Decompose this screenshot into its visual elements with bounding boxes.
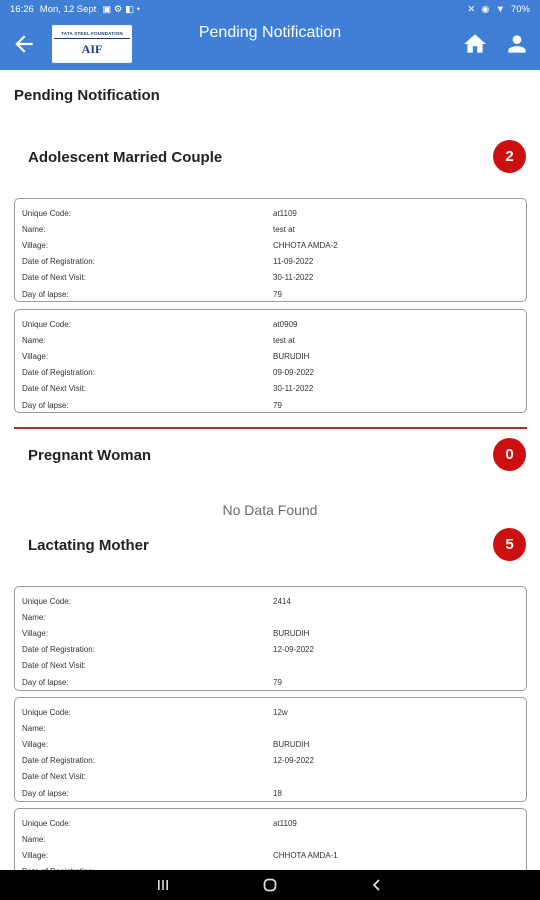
label-name: Name: [22, 723, 46, 733]
label-day-of-lapse: Day of lapse: [22, 400, 69, 410]
app-bar-title: Pending Notification [198, 24, 342, 41]
label-unique-code: Unique Code: [22, 208, 71, 218]
label-name: Name: [22, 834, 46, 844]
label-name: Name: [22, 612, 46, 622]
notification-list[interactable]: Pending Notification Adolescent Married … [0, 70, 540, 870]
label-village: Village: [22, 240, 49, 250]
section-title-adolescent-married-couple: Adolescent Married Couple [28, 149, 223, 166]
value-village: CHHOTA AMDA-2 [273, 240, 338, 250]
label-date-of-registration: Date of Registration: [22, 257, 95, 267]
count-badge-pregnant: 0 [493, 438, 526, 471]
home-nav-icon[interactable] [262, 877, 278, 893]
value-unique-code: 2414 [273, 596, 291, 606]
count-badge-lactating: 5 [493, 528, 526, 561]
value-unique-code: 12w [273, 707, 288, 717]
label-date-of-registration: Date of Registration: [22, 645, 95, 655]
value-name: test at [273, 224, 295, 234]
value-day-of-lapse: 79 [273, 289, 282, 299]
label-village: Village: [22, 739, 49, 749]
value-date-of-next-visit: 30-11-2022 [273, 384, 314, 394]
value-unique-code: at1109 [273, 208, 297, 218]
label-village: Village: [22, 850, 49, 860]
label-date-of-next-visit: Date of Next Visit: [22, 661, 86, 671]
record-card[interactable]: Unique Code: 2414 Name: Village: BURUDIH D… [14, 586, 527, 691]
wifi-icon: ▼ [495, 3, 505, 15]
battery-level: 70% [510, 3, 530, 15]
status-time: 16:26 [10, 3, 34, 15]
status-date: Mon, 12 Sept [39, 3, 97, 15]
recent-apps-icon[interactable] [155, 877, 171, 893]
value-day-of-lapse: 18 [273, 788, 282, 798]
label-date-of-registration: Date of Registration: [22, 756, 95, 766]
logo-bottom-text: AIF [81, 42, 103, 56]
mute-icon: ✕ [467, 3, 476, 15]
section-title-lactating-mother: Lactating Mother [28, 537, 149, 554]
value-village: CHHOTA AMDA-1 [273, 850, 338, 860]
label-day-of-lapse: Day of lapse: [22, 788, 69, 798]
back-nav-icon[interactable] [369, 877, 385, 893]
label-date-of-next-visit: Date of Next Visit: [22, 273, 86, 283]
value-unique-code: at0909 [273, 319, 298, 329]
no-data-message: No Data Found [222, 502, 318, 518]
count-badge-adolescent: 2 [493, 140, 526, 173]
status-bar: 16:26 Mon, 12 Sept ▣ ⚙ ◧ • ✕ ◉ ▼ 70% [0, 0, 540, 18]
record-card[interactable]: Unique Code: at1109 Name: test at Village:… [14, 198, 527, 302]
label-village: Village: [22, 351, 49, 361]
label-date-of-registration: Date of Registration: [22, 368, 95, 378]
label-unique-code: Unique Code: [22, 818, 71, 828]
label-village: Village: [22, 628, 49, 638]
label-name: Name: [22, 335, 46, 345]
value-unique-code: at1109 [273, 818, 297, 828]
value-village: BURUDIH [273, 628, 310, 638]
record-card[interactable]: Unique Code: at1109 Name: Village: CHHOTA … [14, 808, 527, 870]
label-unique-code: Unique Code: [22, 707, 71, 717]
location-icon: ◉ [481, 3, 490, 15]
value-date-of-next-visit: 30-11-2022 [273, 273, 314, 283]
label-unique-code: Unique Code: [22, 319, 71, 329]
section-divider [14, 427, 527, 429]
section-title-pregnant-woman: Pregnant Woman [28, 447, 152, 464]
value-date-of-registration: 12-09-2022 [273, 756, 314, 766]
label-name: Name: [22, 224, 46, 234]
label-day-of-lapse: Day of lapse: [22, 289, 69, 299]
label-date-of-next-visit: Date of Next Visit: [22, 772, 86, 782]
value-day-of-lapse: 79 [273, 677, 282, 687]
record-card[interactable]: Unique Code: 12w Name: Village: BURUDIH Da… [14, 697, 527, 802]
system-nav-bar [0, 870, 540, 900]
value-date-of-registration: 12-09-2022 [273, 645, 314, 655]
value-village: BURUDIH [273, 739, 310, 749]
value-name: test at [273, 335, 295, 345]
app-bar: Pending Notification TATA STEEL FOUNDATI… [0, 18, 540, 70]
value-date-of-registration: 09-09-2022 [273, 368, 314, 378]
label-day-of-lapse: Day of lapse: [22, 677, 69, 687]
value-village: BURUDIH [273, 351, 310, 361]
value-day-of-lapse: 79 [273, 400, 282, 410]
record-card[interactable]: Unique Code: at0909 Name: test at Village:… [14, 309, 527, 413]
label-unique-code: Unique Code: [22, 596, 71, 606]
page-heading: Pending Notification [14, 87, 160, 104]
notification-icons: ▣ ⚙ ◧ • [102, 3, 141, 15]
value-date-of-registration: 11-09-2022 [273, 257, 314, 267]
label-date-of-next-visit: Date of Next Visit: [22, 384, 86, 394]
